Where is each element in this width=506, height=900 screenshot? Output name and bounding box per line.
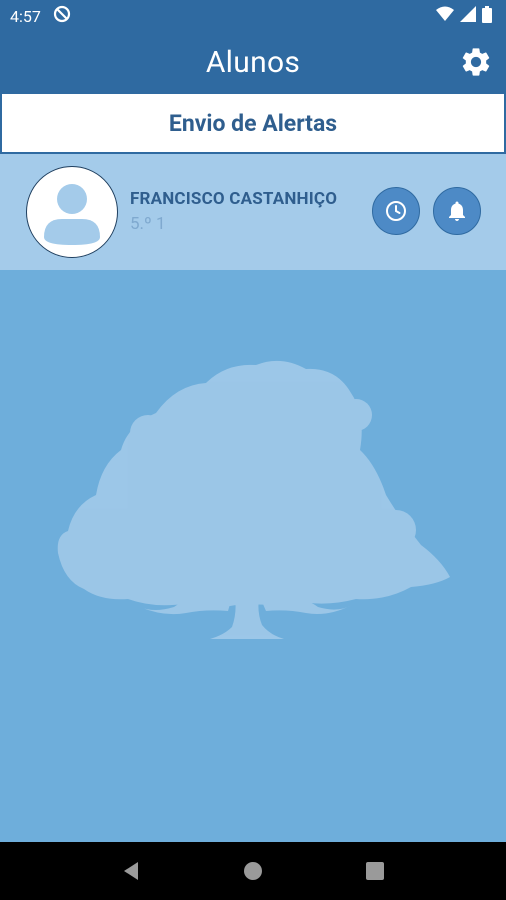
person-icon: [44, 184, 100, 245]
history-button[interactable]: [372, 187, 420, 235]
home-button[interactable]: [233, 851, 273, 891]
page-title: Alunos: [205, 44, 301, 80]
status-time: 4:57: [10, 6, 41, 26]
do-not-disturb-icon: [53, 5, 71, 27]
tree-background-image: [56, 355, 452, 640]
send-alerts-button[interactable]: Envio de Alertas: [0, 92, 506, 154]
avatar: [26, 166, 118, 258]
settings-button[interactable]: [458, 44, 494, 80]
recents-icon: [366, 862, 384, 880]
clock-icon: [386, 201, 406, 221]
student-name: FRANCISCO CASTANHIÇO: [130, 189, 338, 209]
send-alerts-label: Envio de Alertas: [168, 109, 338, 137]
gear-icon: [462, 48, 490, 76]
app-bar: Alunos: [0, 32, 506, 92]
bell-icon: [449, 201, 465, 221]
back-button[interactable]: [111, 851, 151, 891]
wifi-icon: [436, 6, 454, 26]
student-class: 5.º 1: [130, 214, 166, 234]
status-bar: 4:57: [0, 0, 506, 32]
system-navigation-bar: [0, 842, 506, 900]
send-alert-button[interactable]: [433, 187, 481, 235]
recents-button[interactable]: [355, 851, 395, 891]
student-list-item[interactable]: FRANCISCO CASTANHIÇO 5.º 1: [0, 154, 506, 270]
back-icon: [124, 862, 138, 880]
battery-icon: [482, 5, 492, 27]
home-icon: [244, 862, 262, 880]
signal-icon: [460, 6, 476, 26]
